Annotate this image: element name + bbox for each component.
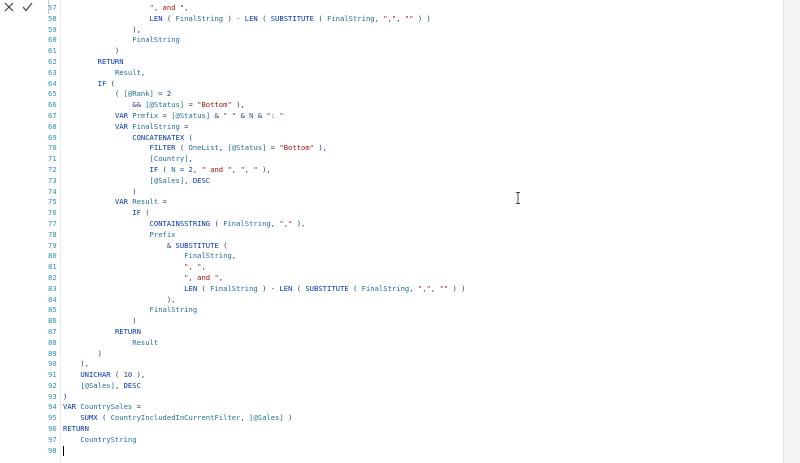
line-number: 66 xyxy=(48,100,57,110)
line-number: 82 xyxy=(48,272,57,282)
line-number: 79 xyxy=(48,240,57,250)
line-number: 59 xyxy=(48,24,57,34)
code-line[interactable]: ", ", xyxy=(63,262,763,273)
code-line[interactable]: ) xyxy=(63,316,763,327)
code-editor[interactable]: 57 58 59 60 61 62 63 64 65 66 67 68 69 70 71 72 73 74 75 76… xyxy=(0,0,784,463)
code-line[interactable]: && [@Status] = "Bottom" ), xyxy=(63,100,763,111)
formula-toolbar xyxy=(0,0,48,14)
line-number: 75 xyxy=(48,197,57,207)
gutter-divider xyxy=(60,0,61,463)
line-number: 89 xyxy=(48,348,57,358)
code-line[interactable]: UNICHAR ( 10 ), xyxy=(63,370,763,381)
code-line[interactable]: LEN ( FinalString ) - LEN ( SUBSTITUTE (… xyxy=(63,14,763,25)
code-line[interactable]: VAR Prefix = [@Status] & " " & N & ": " xyxy=(63,111,763,122)
line-number: 68 xyxy=(48,121,57,131)
line-number: 64 xyxy=(48,78,57,88)
code-line[interactable]: FinalString, xyxy=(63,251,763,262)
line-number: 86 xyxy=(48,316,57,326)
line-number: 85 xyxy=(48,305,57,315)
code-line[interactable] xyxy=(63,445,763,457)
line-number: 65 xyxy=(48,89,57,99)
line-number: 80 xyxy=(48,251,57,261)
cancel-button[interactable] xyxy=(0,0,18,14)
code-line[interactable]: IF ( xyxy=(63,208,763,219)
line-number: 57 xyxy=(48,3,57,12)
text-caret xyxy=(63,445,64,456)
code-line[interactable]: VAR FinalString = xyxy=(63,122,763,133)
line-number: 62 xyxy=(48,56,57,66)
code-line[interactable]: ) xyxy=(63,392,763,403)
code-line[interactable]: FILTER ( OneList, [@Status] = "Bottom" )… xyxy=(63,143,763,154)
code-line[interactable]: CONTAINSSTRING ( FinalString, "," ), xyxy=(63,219,763,230)
line-number: 97 xyxy=(48,434,57,444)
line-number: 67 xyxy=(48,110,57,120)
code-line[interactable]: RETURN xyxy=(63,424,763,435)
line-number: 83 xyxy=(48,283,57,293)
code-line[interactable]: FinalString xyxy=(63,35,763,46)
line-number: 77 xyxy=(48,218,57,228)
code-line[interactable]: Prefix xyxy=(63,230,763,241)
code-line[interactable]: [@Sales], DESC xyxy=(63,176,763,187)
line-number: 88 xyxy=(48,337,57,347)
line-number: 73 xyxy=(48,175,57,185)
code-line[interactable]: [Country], xyxy=(63,154,763,165)
code-line[interactable]: CONCATENATEX ( xyxy=(63,133,763,144)
line-number: 61 xyxy=(48,46,57,56)
code-line[interactable]: SUMX ( CountryIncludedInCurrentFilter, [… xyxy=(63,413,763,424)
line-number: 94 xyxy=(48,402,57,412)
line-number: 60 xyxy=(48,35,57,45)
code-line[interactable]: IF ( xyxy=(63,79,763,90)
line-number: 72 xyxy=(48,164,57,174)
code-line[interactable]: IF ( N = 2, " and ", ", " ), xyxy=(63,165,763,176)
code-line[interactable]: ), xyxy=(63,295,763,306)
line-number: 98 xyxy=(48,445,57,455)
scrollbar-thumb[interactable] xyxy=(788,6,796,458)
line-number: 76 xyxy=(48,208,57,218)
code-line[interactable]: ( [@Rank] = 2 xyxy=(63,89,763,100)
line-number: 58 xyxy=(48,13,57,23)
code-area[interactable]: ", and ", LEN ( FinalString ) - LEN ( SU… xyxy=(63,3,763,456)
line-number: 81 xyxy=(48,262,57,272)
line-number: 84 xyxy=(48,294,57,304)
code-line[interactable]: ", and ", xyxy=(63,3,763,14)
line-number: 93 xyxy=(48,391,57,401)
code-line[interactable]: LEN ( FinalString ) - LEN ( SUBSTITUTE (… xyxy=(63,284,763,295)
code-line[interactable]: VAR Result = xyxy=(63,197,763,208)
code-line[interactable]: FinalString xyxy=(63,305,763,316)
code-line[interactable]: RETURN xyxy=(63,57,763,68)
code-line[interactable]: Result xyxy=(63,338,763,349)
code-line[interactable]: ), xyxy=(63,25,763,36)
code-line[interactable]: ) xyxy=(63,46,763,57)
text-cursor-icon xyxy=(516,192,520,204)
line-number: 63 xyxy=(48,67,57,77)
line-number: 90 xyxy=(48,359,57,369)
code-line[interactable]: [@Sales], DESC xyxy=(63,381,763,392)
line-number: 74 xyxy=(48,186,57,196)
close-icon xyxy=(4,2,14,12)
line-number: 78 xyxy=(48,229,57,239)
code-line[interactable]: RETURN xyxy=(63,327,763,338)
checkmark-icon xyxy=(22,2,32,12)
code-line[interactable]: VAR CountrySales = xyxy=(63,402,763,413)
line-number: 92 xyxy=(48,380,57,390)
line-number-gutter: 57 58 59 60 61 62 63 64 65 66 67 68 69 70 71 72 73 74 75 76… xyxy=(48,3,60,456)
line-number: 87 xyxy=(48,326,57,336)
commit-button[interactable] xyxy=(18,0,36,14)
line-number: 91 xyxy=(48,370,57,380)
toolbar-divider xyxy=(48,0,49,14)
code-line[interactable]: Result, xyxy=(63,68,763,79)
code-line[interactable]: & SUBSTITUTE ( xyxy=(63,241,763,252)
line-number: 70 xyxy=(48,143,57,153)
line-number: 69 xyxy=(48,132,57,142)
code-line[interactable]: ) xyxy=(63,349,763,360)
code-line[interactable]: ), xyxy=(63,359,763,370)
dax-formula-editor-window: 57 58 59 60 61 62 63 64 65 66 67 68 69 70 71 72 73 74 75 76… xyxy=(0,0,800,463)
vertical-scrollbar[interactable] xyxy=(783,0,800,463)
code-line[interactable]: ) xyxy=(63,187,763,198)
code-line[interactable]: CountryString xyxy=(63,435,763,446)
line-number: 71 xyxy=(48,154,57,164)
code-line[interactable]: ", and ", xyxy=(63,273,763,284)
line-number: 95 xyxy=(48,413,57,423)
line-number: 96 xyxy=(48,424,57,434)
